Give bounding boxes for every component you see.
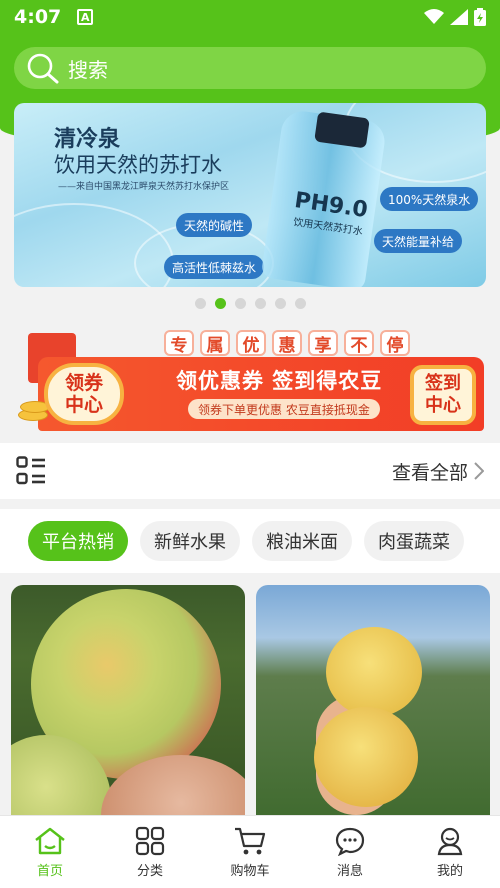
search-input[interactable]: 搜索 <box>14 47 486 89</box>
nav-message[interactable]: 消息 <box>300 816 400 888</box>
battery-icon <box>474 8 486 26</box>
banner-pill: 天然的碱性 <box>176 213 253 237</box>
carousel-dot[interactable] <box>234 298 246 309</box>
search-icon <box>27 53 59 84</box>
nav-cart[interactable]: 购物车 <box>200 816 300 888</box>
promo-tag: 属 <box>200 330 230 356</box>
nav-home[interactable]: 首页 <box>0 816 100 888</box>
promo-tag: 享 <box>308 330 338 356</box>
banner-pill: 天然能量补给 <box>374 229 463 253</box>
banner-pill: 高活性低棘兹水 <box>164 255 265 279</box>
promo-headline: 领优惠券 签到得农豆 <box>176 369 383 393</box>
list-menu-icon[interactable] <box>16 456 46 486</box>
nav-profile[interactable]: 我的 <box>400 816 500 888</box>
profile-icon <box>437 827 463 855</box>
nav-category[interactable]: 分类 <box>100 816 200 888</box>
product-card-peach[interactable] <box>11 585 245 825</box>
yellow-peach-image <box>314 707 418 807</box>
nav-message-label: 消息 <box>336 863 363 879</box>
search-placeholder: 搜索 <box>68 57 108 82</box>
carousel-dot[interactable] <box>274 298 286 309</box>
carousel-dot-active[interactable] <box>214 298 226 309</box>
tab-fresh-fruit[interactable]: 新鲜水果 <box>140 521 240 561</box>
carousel-dot[interactable] <box>254 298 266 309</box>
category-icon <box>135 826 165 855</box>
tab-meat-egg-veg[interactable]: 肉蛋蔬菜 <box>364 521 464 561</box>
wifi-icon <box>424 9 444 24</box>
nav-profile-label: 我的 <box>436 863 463 879</box>
message-icon <box>335 827 365 856</box>
coupon-center-label-1: 领券 <box>64 372 103 394</box>
promo-tag: 专 <box>164 330 194 356</box>
category-header-row: 查看全部 <box>0 443 500 499</box>
nav-home-label: 首页 <box>36 863 63 879</box>
product-category-tabs: 平台热销 新鲜水果 粮油米面 肉蛋蔬菜 <box>0 509 500 573</box>
home-icon <box>35 827 65 854</box>
status-time: 4:07 <box>14 6 62 28</box>
cart-icon <box>235 827 266 854</box>
coupon-center-label-2: 中心 <box>64 394 103 416</box>
promo-tag: 优 <box>236 330 266 356</box>
signal-icon <box>450 9 468 25</box>
view-all-link[interactable]: 查看全部 <box>392 458 484 485</box>
promo-tag: 不 <box>344 330 374 356</box>
coupon-center-button[interactable]: 领券 中心 <box>44 363 124 425</box>
nav-cart-label: 购物车 <box>230 863 270 879</box>
view-all-label: 查看全部 <box>391 461 468 484</box>
checkin-center-button[interactable]: 签到 中心 <box>410 365 476 425</box>
banner-pill: 100%天然泉水 <box>380 187 479 211</box>
banner-headline: 饮用天然的苏打水 <box>54 153 222 177</box>
promo-tag: 停 <box>380 330 410 356</box>
carousel-indicator <box>0 298 500 309</box>
promo-tag: 惠 <box>272 330 302 356</box>
tab-grain-oil[interactable]: 粮油米面 <box>252 521 352 561</box>
promo-banner-carousel[interactable]: 清冷泉 饮用天然的苏打水 ——来自中国黑龙江畔泉天然苏打水保护区 天然的碱性 高… <box>14 103 486 287</box>
product-card-yellow-peach[interactable] <box>256 585 490 825</box>
carousel-dot[interactable] <box>194 298 206 309</box>
promo-tag-row: 专 属 优 惠 享 不 停 <box>164 330 410 356</box>
product-grid <box>0 573 500 825</box>
tab-platform-hot[interactable]: 平台热销 <box>28 521 128 561</box>
checkin-center-label-2: 中心 <box>425 395 461 416</box>
chevron-right-icon <box>474 462 484 480</box>
status-icons <box>424 8 486 26</box>
bottom-navigation: 首页 分类 购物车 消息 我的 <box>0 815 500 888</box>
status-bar: 4:07 A <box>0 0 500 34</box>
promo-subline: 领券下单更优惠 农豆直接抵现金 <box>188 399 380 419</box>
banner-subtitle: ——来自中国黑龙江畔泉天然苏打水保护区 <box>58 182 230 192</box>
coupon-checkin-banner[interactable]: 专 属 优 惠 享 不 停 领优惠券 签到得农豆 领券下单更优惠 农豆直接抵现金… <box>14 325 486 433</box>
yellow-peach-image <box>326 627 422 717</box>
checkin-center-label-1: 签到 <box>425 373 461 394</box>
carousel-dot[interactable] <box>294 298 306 309</box>
nav-category-label: 分类 <box>136 863 163 879</box>
notification-a-icon: A <box>77 9 94 25</box>
